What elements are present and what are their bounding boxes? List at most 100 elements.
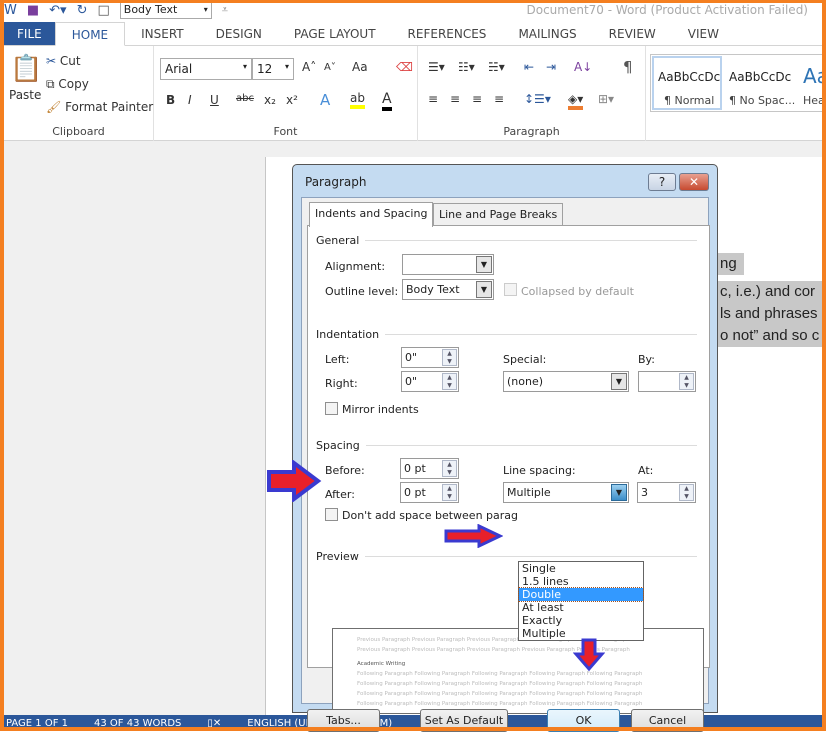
styles-gallery: AaBbCcDc ¶ Normal AaBbCcDc ¶ No Spac... … — [650, 54, 826, 112]
subscript-button[interactable]: x₂ — [264, 93, 276, 107]
font-size-combo[interactable]: 12 ▾ — [252, 58, 294, 80]
chevron-down-icon: ▼ — [611, 373, 627, 390]
alignment-label: Alignment: — [325, 260, 386, 273]
page-count[interactable]: PAGE 1 OF 1 — [6, 718, 68, 729]
copy-button[interactable]: ⧉ Copy — [46, 77, 89, 92]
spinner-icon[interactable]: ▲ ▼ — [442, 460, 457, 477]
tab-indents-spacing[interactable]: Indents and Spacing — [309, 202, 434, 227]
decrease-indent-icon[interactable]: ⇤ — [524, 60, 534, 74]
special-select[interactable]: (none) ▼ — [503, 371, 629, 392]
tab-line-page-breaks[interactable]: Line and Page Breaks — [433, 203, 564, 226]
line-spacing-select[interactable]: Multiple ▼ — [503, 482, 629, 503]
bold-button[interactable]: B — [166, 93, 175, 107]
tab-insert[interactable]: INSERT — [125, 22, 200, 45]
arrow-down-icon — [573, 638, 605, 672]
superscript-button[interactable]: x² — [286, 93, 298, 107]
tab-mailings[interactable]: MAILINGS — [502, 22, 592, 45]
multilevel-list-icon[interactable]: ☵▾ — [488, 60, 505, 74]
scissors-icon: ✂ — [46, 54, 57, 68]
paste-icon[interactable]: 📋 — [10, 54, 42, 84]
option-1-5-lines[interactable]: 1.5 lines — [519, 575, 643, 588]
right-label: Right: — [325, 377, 358, 390]
spinner-icon[interactable]: ▲ ▼ — [679, 484, 694, 501]
option-at-least[interactable]: At least — [519, 601, 643, 614]
font-name-combo[interactable]: Arial ▾ — [160, 58, 252, 80]
tab-file[interactable]: FILE — [4, 22, 55, 45]
style-box[interactable]: Body Text ▾ — [119, 1, 212, 19]
new-document-icon[interactable]: □ — [97, 3, 109, 18]
highlight-icon[interactable]: ab — [350, 91, 365, 109]
ok-button[interactable]: OK — [547, 709, 620, 732]
after-input[interactable]: 0 pt ▲ ▼ — [400, 482, 459, 503]
align-right-icon[interactable]: ≡ — [472, 92, 482, 106]
cancel-button[interactable]: Cancel — [631, 709, 704, 732]
option-exactly[interactable]: Exactly — [519, 614, 643, 627]
grow-font-icon[interactable]: A˄ — [302, 60, 316, 74]
right-indent-input[interactable]: 0" ▲ ▼ — [401, 371, 459, 392]
align-left-icon[interactable]: ≡ — [428, 92, 438, 106]
tab-page-layout[interactable]: PAGE LAYOUT — [278, 22, 392, 45]
tab-home[interactable]: HOME — [54, 22, 126, 46]
numbering-icon[interactable]: ☷▾ — [458, 60, 475, 74]
tab-review[interactable]: REVIEW — [593, 22, 672, 45]
align-center-icon[interactable]: ≡ — [450, 92, 460, 106]
spinner-icon[interactable]: ▲ ▼ — [442, 484, 457, 501]
before-input[interactable]: 0 pt ▲ ▼ — [400, 458, 459, 479]
pilcrow-icon[interactable]: ¶ — [623, 58, 633, 76]
arrow-right-icon — [444, 524, 503, 548]
option-double[interactable]: Double — [518, 587, 644, 602]
save-icon[interactable]: ■ — [27, 3, 39, 18]
sort-icon[interactable]: A↓ — [574, 60, 592, 74]
clipboard-label: Clipboard — [52, 125, 105, 138]
spinner-icon[interactable]: ▲ ▼ — [679, 373, 694, 390]
justify-icon[interactable]: ≡ — [494, 92, 504, 106]
dont-add-space-checkbox[interactable] — [325, 508, 338, 521]
strikethrough-button[interactable]: abc — [236, 93, 254, 104]
cut-button[interactable]: ✂ Cut — [46, 54, 81, 68]
increase-indent-icon[interactable]: ⇥ — [546, 60, 556, 74]
clear-format-icon[interactable]: ⌫ — [396, 60, 413, 74]
dialog-body: Indents and Spacing Line and Page Breaks… — [301, 197, 710, 732]
line-spacing-icon[interactable]: ↕☰▾ — [524, 92, 551, 106]
tab-view[interactable]: VIEW — [672, 22, 735, 45]
style-heading[interactable]: Aa Hea — [801, 56, 826, 110]
help-button[interactable]: ? — [648, 173, 676, 191]
change-case-button[interactable]: Aa — [352, 60, 368, 74]
style-normal[interactable]: AaBbCcDc ¶ Normal — [652, 56, 722, 110]
font-label: Font — [273, 125, 298, 138]
italic-button[interactable]: I — [188, 93, 192, 107]
shrink-font-icon[interactable]: A˅ — [324, 62, 336, 73]
format-painter-button[interactable]: 🖌 Format Painter — [46, 100, 153, 114]
alignment-select[interactable]: ▼ — [402, 254, 494, 275]
close-button[interactable]: ✕ — [679, 173, 709, 191]
window-title: Document70 - Word (Product Activation Fa… — [526, 3, 808, 17]
bullets-icon[interactable]: ☰▾ — [428, 60, 445, 74]
left-indent-input[interactable]: 0" ▲ ▼ — [401, 347, 459, 368]
option-single[interactable]: Single — [519, 562, 643, 575]
at-label: At: — [638, 464, 654, 477]
word-count[interactable]: 43 OF 43 WORDS — [94, 718, 181, 729]
set-as-default-button[interactable]: Set As Default — [420, 709, 508, 732]
customize-icon[interactable]: ⩡ — [222, 3, 228, 17]
collapsed-checkbox[interactable] — [504, 283, 517, 296]
tab-references[interactable]: REFERENCES — [392, 22, 503, 45]
paragraph-group: ☰▾ ☷▾ ☵▾ ⇤ ⇥ A↓ ¶ ≡ ≡ ≡ ≡ ↕☰▾ ◈▾ ⊞▾ Para… — [418, 46, 646, 141]
undo-icon[interactable]: ↶▾ — [49, 3, 66, 18]
redo-icon[interactable]: ↻ — [77, 3, 88, 18]
borders-icon[interactable]: ⊞▾ — [598, 92, 614, 106]
shading-icon[interactable]: ◈▾ — [568, 92, 584, 110]
tabs-button[interactable]: Tabs... — [307, 709, 380, 732]
mirror-indents-checkbox[interactable] — [325, 402, 338, 415]
at-input[interactable]: 3 ▲ ▼ — [637, 482, 696, 503]
underline-button[interactable]: U — [210, 93, 219, 107]
paste-button[interactable]: Paste — [9, 88, 41, 102]
style-no-spacing[interactable]: AaBbCcDc ¶ No Spac... — [725, 56, 795, 110]
proofing-icon[interactable]: ▯✕ — [207, 718, 221, 729]
by-input[interactable]: ▲ ▼ — [638, 371, 696, 392]
font-color-icon[interactable]: A — [382, 91, 392, 111]
spinner-icon[interactable]: ▲ ▼ — [442, 349, 457, 366]
text-effects-icon[interactable]: A — [320, 91, 330, 109]
outline-level-select[interactable]: Body Text ▼ — [402, 279, 494, 300]
spinner-icon[interactable]: ▲ ▼ — [442, 373, 457, 390]
tab-design[interactable]: DESIGN — [200, 22, 278, 45]
